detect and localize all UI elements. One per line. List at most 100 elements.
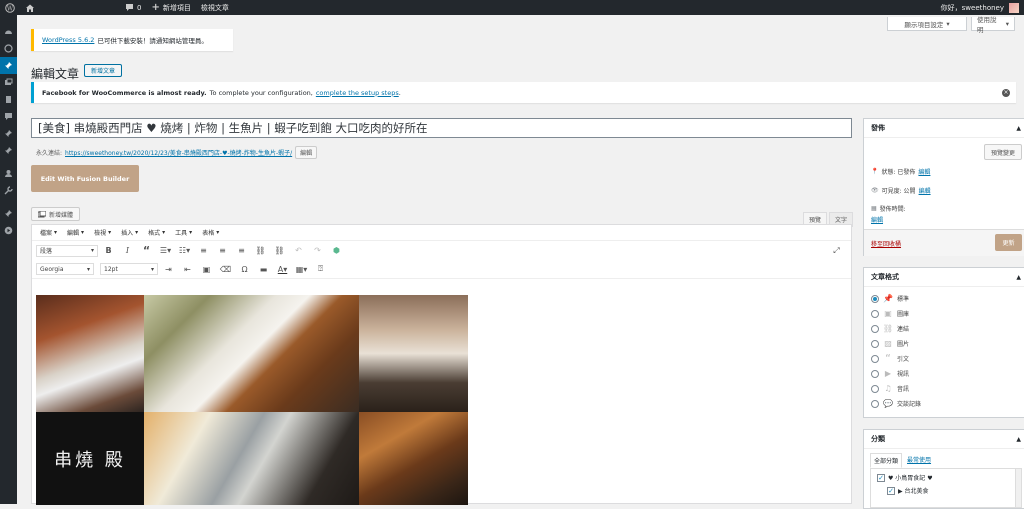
checkbox[interactable]: ✓ bbox=[877, 473, 885, 482]
menu-table[interactable]: 表格 ▾ bbox=[198, 228, 223, 237]
help-button[interactable]: 使用說明 ▾ bbox=[971, 16, 1015, 34]
move-to-trash-link[interactable]: 移至回收桶 bbox=[871, 239, 901, 248]
radio-button[interactable] bbox=[871, 354, 879, 363]
visibility-edit-link[interactable]: 編輯 bbox=[919, 186, 931, 195]
undo-icon[interactable]: ↶ bbox=[290, 243, 307, 259]
align-right-icon[interactable]: ≡ bbox=[233, 243, 250, 259]
outdent-icon[interactable]: ⇤ bbox=[179, 261, 196, 277]
view-post-link[interactable]: 檢視文章 bbox=[196, 0, 234, 15]
preview-changes-button[interactable]: 預覽變更 bbox=[984, 144, 1022, 160]
omega-icon[interactable]: Ω bbox=[236, 261, 253, 277]
align-left-icon[interactable]: ≡ bbox=[195, 243, 212, 259]
block-format-select[interactable]: 段落 ▾ bbox=[36, 244, 98, 257]
caret-up-icon[interactable]: ▲ bbox=[1016, 436, 1021, 443]
pin-icon[interactable] bbox=[0, 205, 17, 222]
tools-icon[interactable] bbox=[0, 182, 17, 199]
radio-button[interactable] bbox=[871, 399, 879, 408]
posts-pin-icon[interactable] bbox=[0, 57, 17, 74]
fusion-builder-button[interactable]: Edit With Fusion Builder bbox=[31, 165, 139, 192]
format-gallery[interactable]: ▣ 圖庫 bbox=[864, 306, 1024, 321]
radio-button[interactable] bbox=[871, 369, 879, 378]
wordpress-version-link[interactable]: WordPress 5.6.2 bbox=[42, 36, 94, 44]
play-circle-icon[interactable] bbox=[0, 222, 17, 239]
quote-icon: “ bbox=[885, 352, 891, 365]
menu-file[interactable]: 檔案 ▾ bbox=[36, 228, 61, 237]
radio-button[interactable] bbox=[871, 309, 879, 318]
status-edit-link[interactable]: 編輯 bbox=[918, 167, 930, 176]
menu-edit[interactable]: 編輯 ▾ bbox=[63, 228, 88, 237]
tab-all-categories[interactable]: 全部分類 bbox=[870, 453, 903, 468]
menu-insert[interactable]: 插入 ▾ bbox=[117, 228, 142, 237]
add-new-post-button[interactable]: 新增文章 bbox=[84, 64, 122, 77]
format-link[interactable]: ⛓ 連結 bbox=[864, 321, 1024, 336]
category-scrollbar[interactable] bbox=[1015, 469, 1021, 507]
unlink-icon[interactable]: ⛓ bbox=[271, 243, 288, 259]
pages-icon[interactable] bbox=[0, 91, 17, 108]
italic-icon[interactable]: I bbox=[119, 243, 136, 259]
screen-options-button[interactable]: 顯示項目設定 ▾ bbox=[887, 17, 967, 31]
indent-icon[interactable]: ⇥ bbox=[160, 261, 177, 277]
format-image[interactable]: ▨ 圖片 bbox=[864, 336, 1024, 351]
permalink-edit-button[interactable]: 編輯 bbox=[295, 146, 318, 159]
link-icon[interactable]: ⛓ bbox=[252, 243, 269, 259]
radio-button[interactable] bbox=[871, 339, 879, 348]
align-center-icon[interactable]: ≡ bbox=[214, 243, 231, 259]
post-title-input[interactable]: [美食] 串燒殿西門店 ♥ 燒烤 | 炸物 | 生魚片 | 蝦子吃到飽 大口吃肉… bbox=[31, 118, 852, 138]
post-format-header[interactable]: 文章格式 ▲ bbox=[864, 268, 1024, 287]
clear-format-icon[interactable]: ⌫ bbox=[217, 261, 234, 277]
media-icon[interactable] bbox=[0, 74, 17, 91]
bullet-list-icon[interactable]: ☰▾ bbox=[157, 243, 174, 259]
format-video[interactable]: ▶ 視訊 bbox=[864, 366, 1024, 381]
menu-tools[interactable]: 工具 ▾ bbox=[171, 228, 196, 237]
radio-button[interactable] bbox=[871, 324, 879, 333]
format-chat[interactable]: 💬 交談記錄 bbox=[864, 396, 1024, 411]
menu-table-label: 表格 bbox=[202, 230, 215, 237]
permalink-link[interactable]: https://sweethoney.tw/2020/12/23/美食-串燒殿西… bbox=[65, 148, 292, 157]
dashboard-icon[interactable] bbox=[0, 23, 17, 40]
tab-most-used[interactable]: 最常使用 bbox=[904, 453, 934, 468]
publish-time-row: ▦ 發佈時間: bbox=[871, 204, 906, 213]
format-audio[interactable]: ♫ 音訊 bbox=[864, 381, 1024, 396]
paste-text-icon[interactable]: ▣ bbox=[198, 261, 215, 277]
caret-up-icon[interactable]: ▲ bbox=[1016, 274, 1021, 281]
pin-icon[interactable] bbox=[0, 142, 17, 159]
setup-steps-link[interactable]: complete the setup steps bbox=[316, 89, 399, 97]
font-family-select[interactable]: Georgia ▾ bbox=[36, 263, 94, 275]
post-image-collage[interactable]: 串燒 殿 bbox=[36, 295, 468, 505]
caret-up-icon[interactable]: ▲ bbox=[1016, 125, 1021, 132]
radio-button[interactable] bbox=[871, 384, 879, 393]
checkbox[interactable]: ✓ bbox=[887, 486, 895, 495]
format-standard[interactable]: 📌 標準 bbox=[864, 291, 1024, 306]
table-icon[interactable]: ▦▾ bbox=[293, 261, 310, 277]
blockquote-icon[interactable]: “ bbox=[138, 243, 155, 259]
plugin-hexagon-icon[interactable]: ⬢ bbox=[328, 243, 345, 259]
layers-icon[interactable] bbox=[0, 40, 17, 57]
menu-view[interactable]: 檢視 ▾ bbox=[90, 228, 115, 237]
categories-header[interactable]: 分類 ▲ bbox=[864, 430, 1024, 449]
horizontal-line-icon[interactable]: ▬ bbox=[255, 261, 272, 277]
comments-menu[interactable]: 0 bbox=[120, 0, 146, 15]
home-icon[interactable] bbox=[20, 0, 40, 15]
comments-icon[interactable] bbox=[0, 108, 17, 125]
menu-format[interactable]: 格式 ▾ bbox=[144, 228, 169, 237]
font-size-select[interactable]: 12pt ▾ bbox=[100, 263, 158, 275]
radio-button[interactable] bbox=[871, 294, 879, 303]
publish-header[interactable]: 發佈 ▲ bbox=[864, 119, 1024, 138]
category-item[interactable]: ✓ ♥ 小鳥胃食記 ♥ bbox=[871, 469, 1021, 486]
users-icon[interactable] bbox=[0, 165, 17, 182]
publish-time-edit-link[interactable]: 編輯 bbox=[871, 215, 883, 224]
numbered-list-icon[interactable]: ☷▾ bbox=[176, 243, 193, 259]
bold-icon[interactable]: B bbox=[100, 243, 117, 259]
format-quote[interactable]: “ 引文 bbox=[864, 351, 1024, 366]
new-item-menu[interactable]: + 新增項目 bbox=[146, 0, 195, 15]
pin-icon[interactable] bbox=[0, 125, 17, 142]
dismiss-icon[interactable]: × bbox=[1002, 88, 1010, 97]
redo-icon[interactable]: ↷ bbox=[309, 243, 326, 259]
wordpress-logo-icon[interactable]: W bbox=[0, 0, 20, 15]
category-item[interactable]: ✓ ▶ 台北美食 bbox=[871, 486, 1021, 495]
update-button[interactable]: 更新 bbox=[995, 234, 1022, 251]
help-icon[interactable]: ⍰ bbox=[312, 261, 329, 277]
add-media-button[interactable]: 新增媒體 bbox=[31, 207, 80, 221]
text-color-icon[interactable]: A▾ bbox=[274, 261, 291, 277]
fullscreen-icon[interactable]: ⤢ bbox=[828, 243, 845, 259]
